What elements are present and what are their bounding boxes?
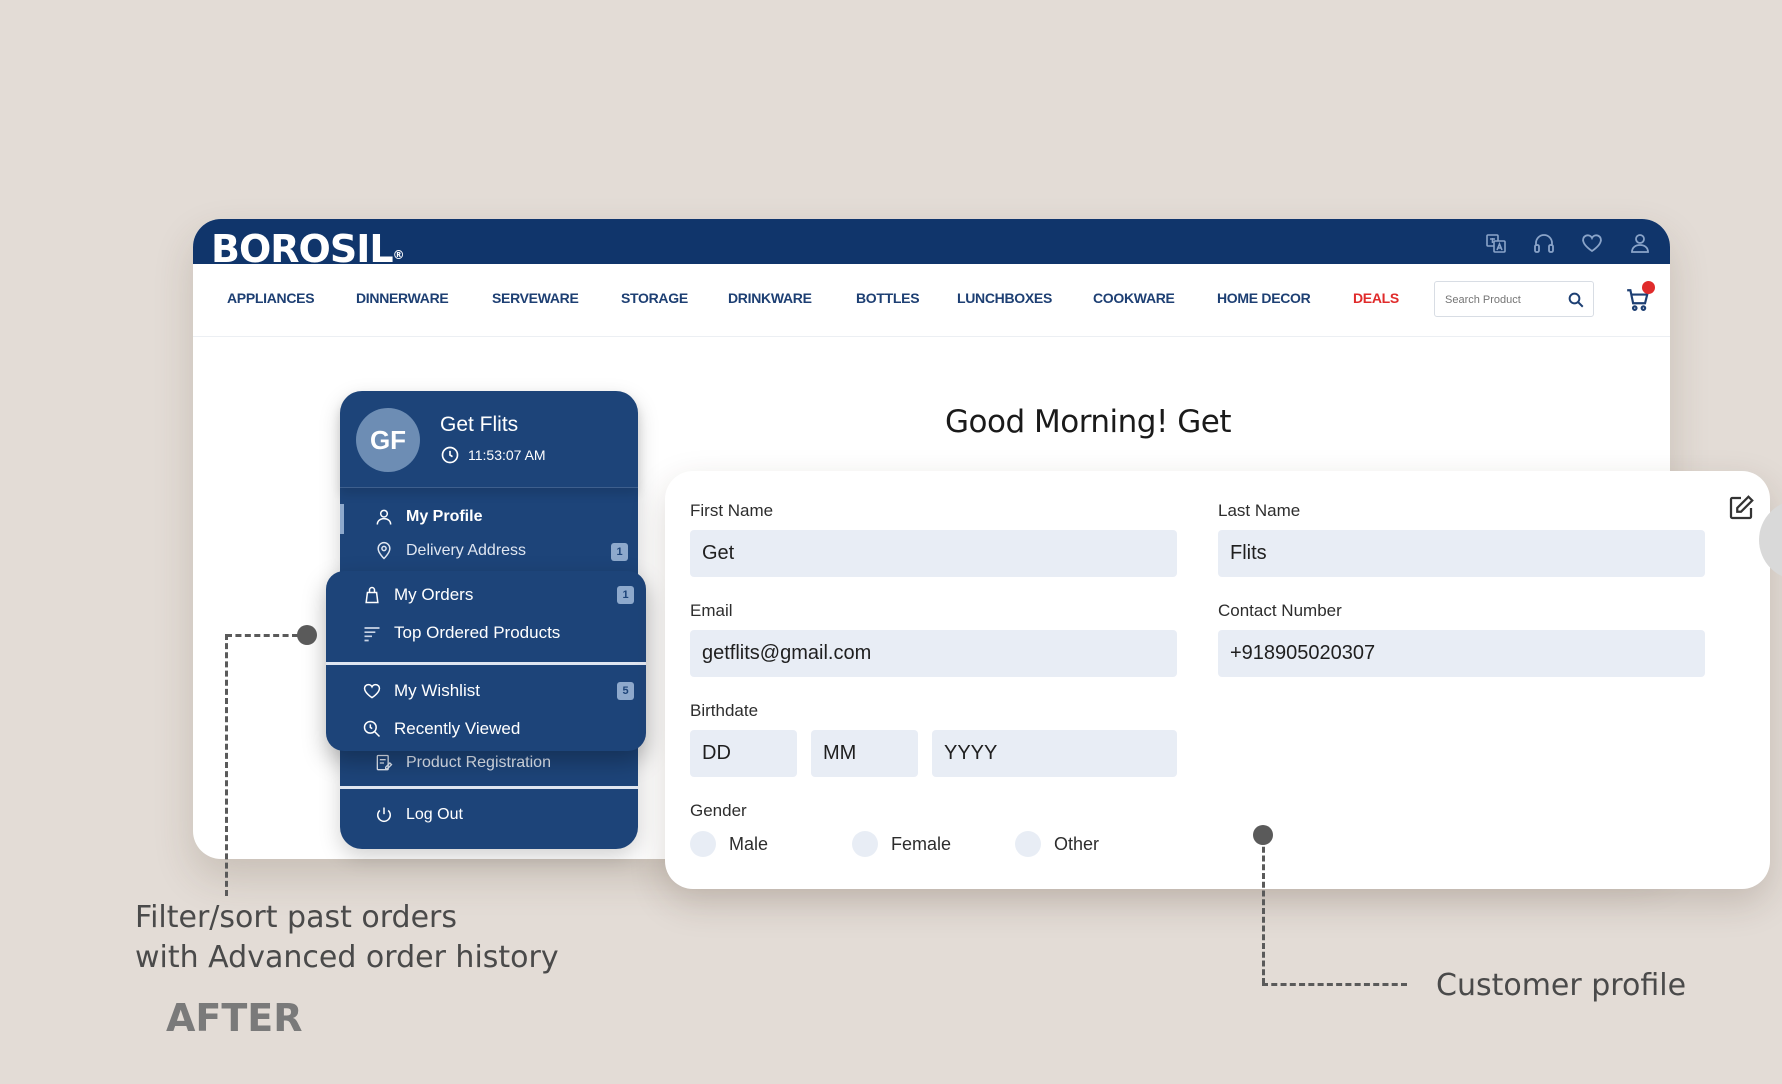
email-field[interactable]: getflits@gmail.com (690, 630, 1177, 677)
cart-count-badge (1642, 281, 1655, 294)
sidebar-item-label: Log Out (406, 806, 463, 823)
heart-icon (362, 681, 382, 701)
user-header: GF Get Flits 11:53:07 AM (340, 391, 638, 488)
my-orders-count-badge: 1 (617, 586, 634, 604)
sidebar-item-product-registration[interactable]: Product Registration (374, 753, 551, 773)
radio-label: Male (729, 833, 769, 854)
main-nav: APPLIANCES DINNERWARE SERVEWARE STORAGE … (193, 264, 1670, 337)
registration-icon (374, 753, 394, 773)
contact-number-field[interactable]: +918905020307 (1218, 630, 1705, 677)
birth-month-field[interactable]: MM (811, 730, 918, 777)
annotation-line-right-h (1262, 983, 1407, 986)
nav-deals[interactable]: DEALS (1353, 290, 1399, 306)
nav-home-decor[interactable]: HOME DECOR (1217, 290, 1311, 306)
registered-mark: ® (392, 248, 405, 262)
cart-icon[interactable] (1625, 281, 1655, 313)
sidebar-item-top-ordered-products[interactable]: Top Ordered Products (362, 623, 560, 643)
sidebar-item-my-orders[interactable]: My Orders (362, 585, 473, 605)
gender-radio-female[interactable]: Female (852, 831, 951, 857)
highlighted-orders-section: My Orders 1 Top Ordered Products My Wish… (326, 571, 646, 751)
customer-profile-card: First Name Get Last Name Flits Email get… (665, 471, 1770, 889)
gender-radio-other[interactable]: Other (1015, 831, 1099, 857)
nav-bottles[interactable]: BOTTLES (856, 290, 920, 306)
birth-day-field[interactable]: DD (690, 730, 797, 777)
top-bar: BOROSIL® (193, 219, 1670, 271)
last-name-label: Last Name (1218, 501, 1301, 520)
gender-radio-male[interactable]: Male (690, 831, 768, 857)
nav-serveware[interactable]: SERVEWARE (492, 290, 579, 306)
active-indicator (340, 504, 344, 534)
power-icon (374, 805, 394, 825)
delivery-address-count-badge: 1 (611, 543, 628, 561)
sort-lines-icon (362, 623, 382, 643)
greeting-heading: Good Morning! Get (945, 404, 1232, 440)
radio-label: Other (1054, 833, 1100, 854)
nav-cookware[interactable]: COOKWARE (1093, 290, 1175, 306)
current-time: 11:53:07 AM (468, 447, 546, 463)
search-box (1434, 281, 1594, 318)
sidebar-item-label: My Orders (394, 585, 474, 604)
annotation-left-line2: with Advanced order history (135, 940, 559, 975)
annotation-line-right-v (1262, 838, 1265, 984)
annotation-left-line1: Filter/sort past orders (135, 900, 458, 935)
nav-dinnerware[interactable]: DINNERWARE (356, 290, 449, 306)
user-name: Get Flits (440, 413, 519, 436)
clock-icon (440, 445, 460, 465)
radio-circle (852, 831, 878, 857)
sidebar-item-log-out[interactable]: Log Out (374, 805, 463, 825)
headset-icon[interactable] (1532, 231, 1556, 255)
sidebar-item-delivery-address[interactable]: Delivery Address (374, 541, 526, 561)
radio-circle (1015, 831, 1041, 857)
sidebar-item-recently-viewed[interactable]: Recently Viewed (362, 719, 520, 739)
annotation-line-left-h (226, 634, 298, 637)
nav-storage[interactable]: STORAGE (621, 290, 688, 306)
search-input[interactable] (1443, 282, 1565, 318)
radio-circle (690, 831, 716, 857)
annotation-line-left-v (225, 634, 228, 896)
birthdate-label: Birthdate (690, 701, 759, 720)
translate-icon[interactable] (1484, 231, 1508, 255)
sidebar-item-label: My Profile (406, 508, 483, 525)
contact-number-label: Contact Number (1218, 601, 1342, 620)
sidebar-item-label: Top Ordered Products (394, 623, 561, 642)
email-label: Email (690, 601, 733, 620)
search-history-icon (362, 719, 382, 739)
divider (340, 786, 638, 789)
user-clock: 11:53:07 AM (440, 445, 546, 465)
after-label: AFTER (166, 996, 303, 1040)
gender-label: Gender (690, 801, 747, 820)
sidebar-item-my-wishlist[interactable]: My Wishlist (362, 681, 480, 701)
nav-lunchboxes[interactable]: LUNCHBOXES (957, 290, 1052, 306)
sidebar-item-label: My Wishlist (394, 681, 480, 700)
edit-icon[interactable] (1726, 493, 1756, 523)
search-icon[interactable] (1567, 291, 1585, 309)
last-name-field[interactable]: Flits (1218, 530, 1705, 577)
first-name-label: First Name (690, 501, 774, 520)
annotation-right: Customer profile (1436, 968, 1687, 1003)
user-icon[interactable] (1628, 231, 1652, 255)
my-wishlist-count-badge: 5 (617, 682, 634, 700)
sidebar-item-my-profile[interactable]: My Profile (374, 507, 482, 527)
birth-year-field[interactable]: YYYY (932, 730, 1177, 777)
radio-label: Female (891, 833, 952, 854)
annotation-dot-left (297, 625, 317, 645)
sidebar-item-label: Recently Viewed (394, 719, 521, 738)
nav-appliances[interactable]: APPLIANCES (227, 290, 315, 306)
sidebar-item-label: Product Registration (406, 754, 551, 771)
avatar: GF (356, 408, 420, 472)
first-name-field[interactable]: Get (690, 530, 1177, 577)
person-icon (374, 507, 394, 527)
location-pin-icon (374, 541, 394, 561)
nav-drinkware[interactable]: DRINKWARE (728, 290, 812, 306)
sidebar-item-label: Delivery Address (406, 542, 527, 559)
heart-icon[interactable] (1580, 231, 1604, 255)
divider (326, 662, 646, 665)
shopping-bag-icon (362, 585, 382, 605)
